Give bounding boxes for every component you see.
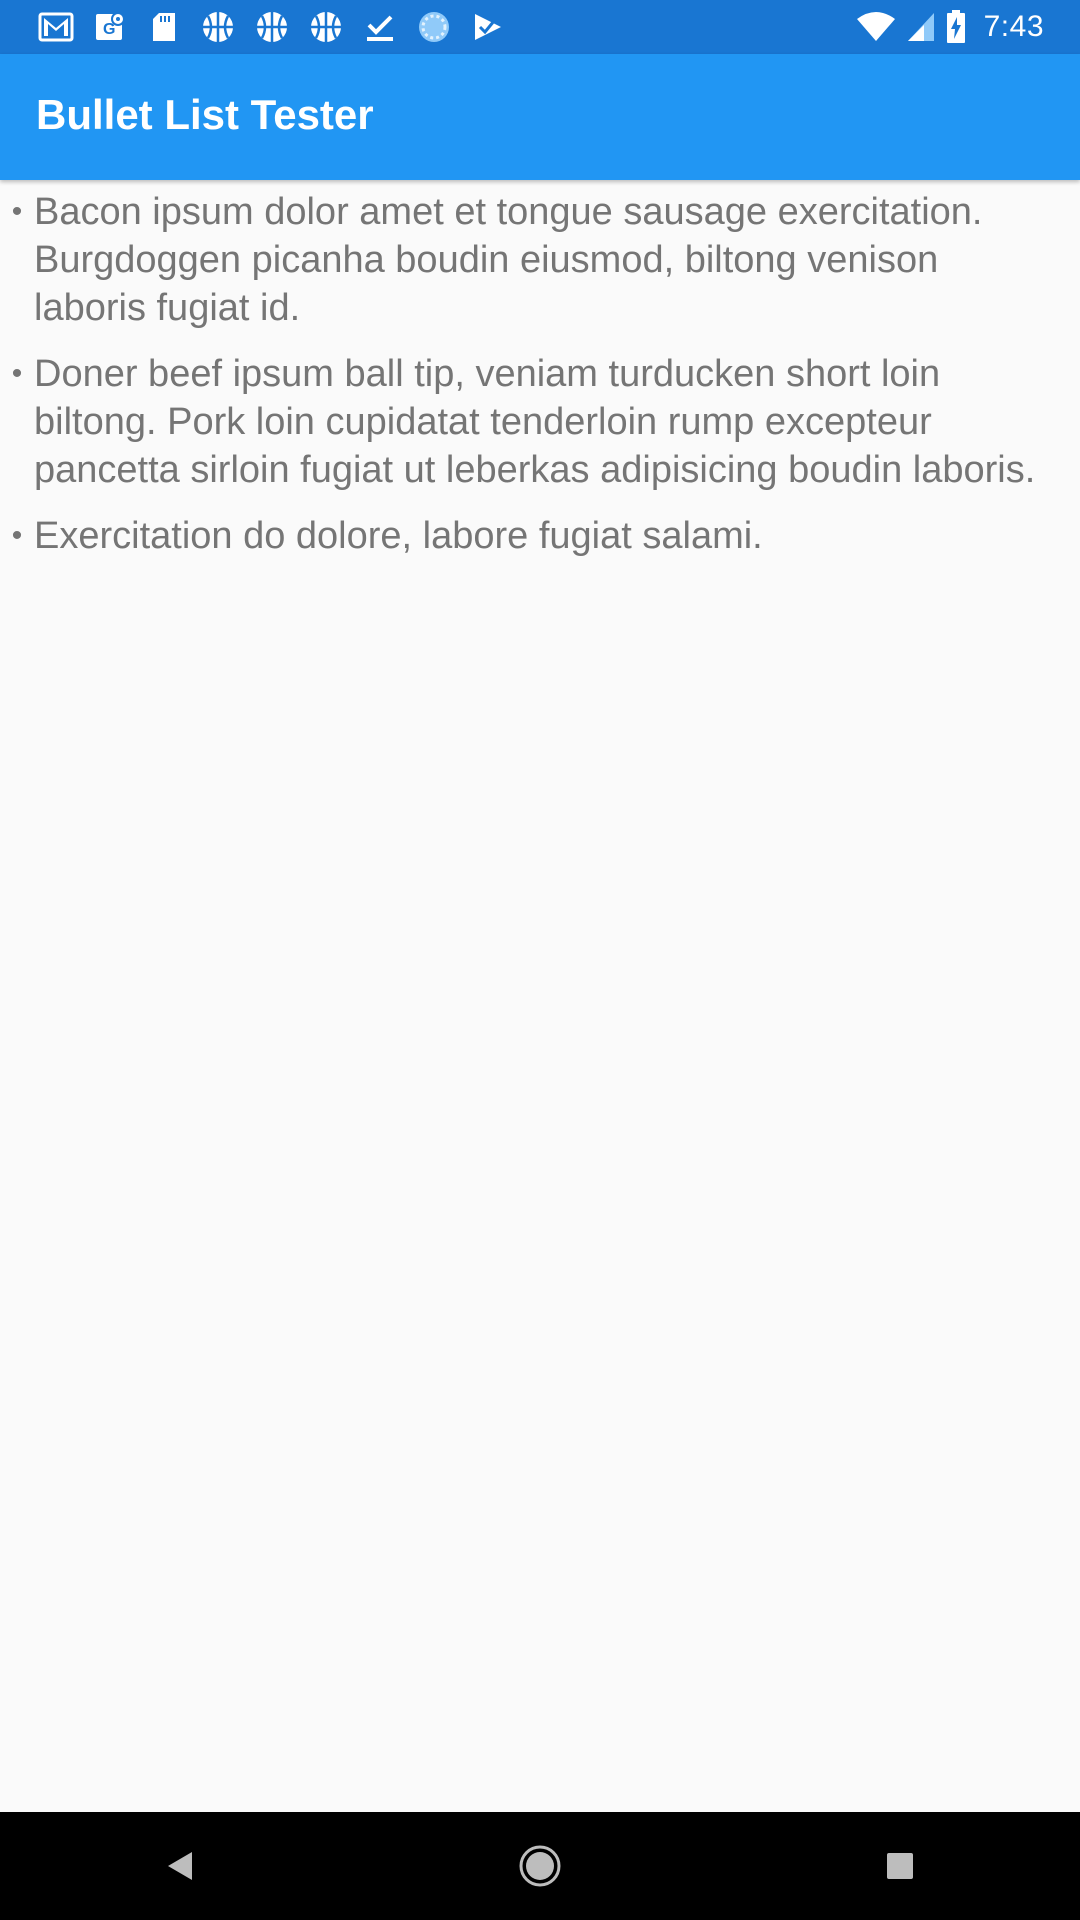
recents-icon bbox=[887, 1853, 913, 1879]
bullet-list: • Bacon ipsum dolor amet et tongue sausa… bbox=[0, 180, 1080, 578]
list-item: • Exercitation do dolore, labore fugiat … bbox=[0, 512, 1050, 560]
home-button[interactable] bbox=[480, 1812, 600, 1920]
status-time: 7:43 bbox=[983, 10, 1044, 43]
loading-icon bbox=[416, 9, 452, 45]
recents-button[interactable] bbox=[840, 1812, 960, 1920]
basketball-icon bbox=[254, 9, 290, 45]
app-bar: Bullet List Tester bbox=[0, 54, 1080, 180]
list-item: • Bacon ipsum dolor amet et tongue sausa… bbox=[0, 188, 1050, 332]
app-title: Bullet List Tester bbox=[36, 91, 374, 138]
bullet-marker: • bbox=[11, 519, 23, 552]
basketball-icon bbox=[308, 9, 344, 45]
home-icon bbox=[519, 1845, 561, 1887]
wifi-icon bbox=[856, 11, 896, 43]
bullet-text: Exercitation do dolore, labore fugiat sa… bbox=[34, 515, 763, 557]
download-done-icon bbox=[362, 9, 398, 45]
sd-card-icon bbox=[146, 9, 182, 45]
gmail-icon bbox=[38, 9, 74, 45]
list-item: • Doner beef ipsum ball tip, veniam turd… bbox=[0, 350, 1050, 494]
basketball-icon bbox=[200, 9, 236, 45]
maps-icon: G bbox=[92, 9, 128, 45]
system-icons: 7:43 bbox=[856, 10, 1044, 44]
bullet-text: Bacon ipsum dolor amet et tongue sausage… bbox=[34, 191, 983, 329]
status-bar: G 7:43 bbox=[0, 0, 1080, 54]
tasks-icon bbox=[470, 9, 506, 45]
navigation-bar bbox=[0, 1812, 1080, 1920]
bullet-marker: • bbox=[11, 195, 23, 228]
bullet-marker: • bbox=[11, 357, 23, 390]
back-button[interactable] bbox=[120, 1812, 240, 1920]
bullet-text: Doner beef ipsum ball tip, veniam turduc… bbox=[34, 353, 1036, 491]
notification-icons: G bbox=[38, 9, 506, 45]
signal-icon bbox=[906, 11, 936, 43]
screen: G 7:43 Bullet List Tester • Bacon ipsum … bbox=[0, 0, 1080, 1920]
battery-charging-icon bbox=[946, 10, 966, 44]
back-icon bbox=[168, 1852, 192, 1880]
